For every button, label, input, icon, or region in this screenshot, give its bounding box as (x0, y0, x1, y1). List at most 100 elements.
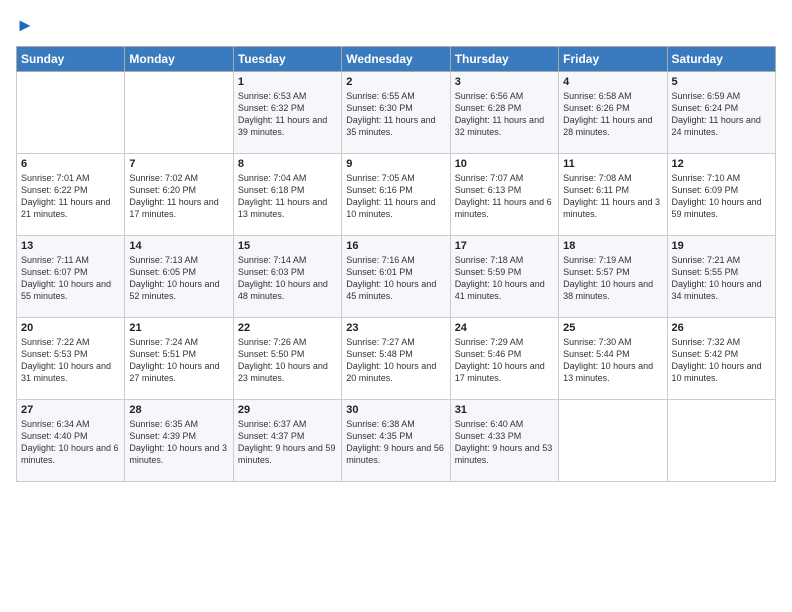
calendar-cell: 20 Sunrise: 7:22 AMSunset: 5:53 PMDayligh… (17, 317, 125, 399)
cell-info: Sunrise: 7:21 AMSunset: 5:55 PMDaylight:… (672, 254, 771, 303)
cell-info: Sunrise: 7:11 AMSunset: 6:07 PMDaylight:… (21, 254, 120, 303)
page: ► SundayMondayTuesdayWednesdayThursdayFr… (0, 0, 792, 612)
cell-info: Sunrise: 7:08 AMSunset: 6:11 PMDaylight:… (563, 172, 662, 221)
cell-info: Sunrise: 7:04 AMSunset: 6:18 PMDaylight:… (238, 172, 337, 221)
calendar-cell: 25 Sunrise: 7:30 AMSunset: 5:44 PMDayligh… (559, 317, 667, 399)
days-of-week-row: SundayMondayTuesdayWednesdayThursdayFrid… (17, 46, 776, 71)
calendar-cell: 18 Sunrise: 7:19 AMSunset: 5:57 PMDayligh… (559, 235, 667, 317)
cell-info: Sunrise: 7:14 AMSunset: 6:03 PMDaylight:… (238, 254, 337, 303)
cell-info: Sunrise: 7:18 AMSunset: 5:59 PMDaylight:… (455, 254, 554, 303)
day-number: 2 (346, 76, 445, 88)
calendar-cell: 6Sunrise: 7:01 AMSunset: 6:22 PMDaylight… (17, 153, 125, 235)
day-number: 31 (455, 404, 554, 416)
calendar-cell: 29 Sunrise: 6:37 AMSunset: 4:37 PMDayligh… (233, 399, 341, 481)
cell-info: Sunrise: 6:59 AMSunset: 6:24 PMDaylight:… (672, 90, 771, 139)
cell-info: Sunrise: 6:35 AMSunset: 4:39 PMDaylight:… (129, 418, 228, 467)
logo: ► (16, 16, 34, 36)
cell-info: Sunrise: 7:16 AMSunset: 6:01 PMDaylight:… (346, 254, 445, 303)
cell-info: Sunrise: 7:13 AMSunset: 6:05 PMDaylight:… (129, 254, 228, 303)
calendar-cell: 30 Sunrise: 6:38 AMSunset: 4:35 PMDayligh… (342, 399, 450, 481)
cell-info: Sunrise: 7:24 AMSunset: 5:51 PMDaylight:… (129, 336, 228, 385)
cell-info: Sunrise: 6:40 AMSunset: 4:33 PMDaylight:… (455, 418, 554, 467)
day-number: 16 (346, 240, 445, 252)
calendar-cell: 3 Sunrise: 6:56 AMSunset: 6:28 PMDaylight… (450, 71, 558, 153)
day-number: 5 (672, 76, 771, 88)
cell-info: Sunrise: 6:37 AMSunset: 4:37 PMDaylight:… (238, 418, 337, 467)
calendar-cell: 19 Sunrise: 7:21 AMSunset: 5:55 PMDayligh… (667, 235, 775, 317)
day-number: 4 (563, 76, 662, 88)
day-number: 12 (672, 158, 771, 170)
cell-info: Sunrise: 7:19 AMSunset: 5:57 PMDaylight:… (563, 254, 662, 303)
cell-info: Sunrise: 7:02 AMSunset: 6:20 PMDaylight:… (129, 172, 228, 221)
calendar-week-row: 13 Sunrise: 7:11 AMSunset: 6:07 PMDayligh… (17, 235, 776, 317)
calendar-cell: 4 Sunrise: 6:58 AMSunset: 6:26 PMDaylight… (559, 71, 667, 153)
cell-info: Sunrise: 7:22 AMSunset: 5:53 PMDaylight:… (21, 336, 120, 385)
calendar-cell: 7 Sunrise: 7:02 AMSunset: 6:20 PMDaylight… (125, 153, 233, 235)
day-of-week-header: Tuesday (233, 46, 341, 71)
calendar-cell: 23 Sunrise: 7:27 AMSunset: 5:48 PMDayligh… (342, 317, 450, 399)
cell-info: Sunrise: 7:30 AMSunset: 5:44 PMDaylight:… (563, 336, 662, 385)
cell-info: Sunrise: 6:34 AMSunset: 4:40 PMDaylight:… (21, 418, 120, 467)
calendar-week-row: 20 Sunrise: 7:22 AMSunset: 5:53 PMDayligh… (17, 317, 776, 399)
header: ► (16, 16, 776, 36)
day-number: 29 (238, 404, 337, 416)
calendar-cell: 28Sunrise: 6:35 AMSunset: 4:39 PMDayligh… (125, 399, 233, 481)
day-number: 7 (129, 158, 228, 170)
day-number: 17 (455, 240, 554, 252)
day-number: 18 (563, 240, 662, 252)
day-number: 19 (672, 240, 771, 252)
cell-info: Sunrise: 6:53 AMSunset: 6:32 PMDaylight:… (238, 90, 337, 139)
calendar-cell: 8 Sunrise: 7:04 AMSunset: 6:18 PMDaylight… (233, 153, 341, 235)
calendar-cell: 15 Sunrise: 7:14 AMSunset: 6:03 PMDayligh… (233, 235, 341, 317)
logo-blue-arrow: ► (16, 15, 34, 35)
calendar-week-row: 27 Sunrise: 6:34 AMSunset: 4:40 PMDayligh… (17, 399, 776, 481)
day-number: 10 (455, 158, 554, 170)
calendar-cell: 17 Sunrise: 7:18 AMSunset: 5:59 PMDayligh… (450, 235, 558, 317)
calendar-cell: 10 Sunrise: 7:07 AMSunset: 6:13 PMDayligh… (450, 153, 558, 235)
cell-info: Sunrise: 7:10 AMSunset: 6:09 PMDaylight:… (672, 172, 771, 221)
cell-info: Sunrise: 7:07 AMSunset: 6:13 PMDaylight:… (455, 172, 554, 221)
calendar-cell: 27 Sunrise: 6:34 AMSunset: 4:40 PMDayligh… (17, 399, 125, 481)
day-of-week-header: Saturday (667, 46, 775, 71)
cell-info: Sunrise: 6:56 AMSunset: 6:28 PMDaylight:… (455, 90, 554, 139)
cell-info: Sunrise: 6:58 AMSunset: 6:26 PMDaylight:… (563, 90, 662, 139)
calendar: SundayMondayTuesdayWednesdayThursdayFrid… (16, 46, 776, 482)
cell-info: Sunrise: 7:05 AMSunset: 6:16 PMDaylight:… (346, 172, 445, 221)
calendar-cell: 11Sunrise: 7:08 AMSunset: 6:11 PMDayligh… (559, 153, 667, 235)
day-number: 14 (129, 240, 228, 252)
day-number: 8 (238, 158, 337, 170)
cell-info: Sunrise: 6:55 AMSunset: 6:30 PMDaylight:… (346, 90, 445, 139)
cell-info: Sunrise: 7:01 AMSunset: 6:22 PMDaylight:… (21, 172, 120, 221)
logo-text: ► (16, 16, 34, 36)
calendar-cell: 9 Sunrise: 7:05 AMSunset: 6:16 PMDaylight… (342, 153, 450, 235)
calendar-body: 1Sunrise: 6:53 AMSunset: 6:32 PMDaylight… (17, 71, 776, 481)
day-number: 30 (346, 404, 445, 416)
cell-info: Sunrise: 7:27 AMSunset: 5:48 PMDaylight:… (346, 336, 445, 385)
cell-info: Sunrise: 7:29 AMSunset: 5:46 PMDaylight:… (455, 336, 554, 385)
day-number: 27 (21, 404, 120, 416)
day-number: 20 (21, 322, 120, 334)
day-number: 3 (455, 76, 554, 88)
calendar-cell: 22Sunrise: 7:26 AMSunset: 5:50 PMDayligh… (233, 317, 341, 399)
day-number: 24 (455, 322, 554, 334)
calendar-cell: 5 Sunrise: 6:59 AMSunset: 6:24 PMDaylight… (667, 71, 775, 153)
day-number: 9 (346, 158, 445, 170)
day-of-week-header: Thursday (450, 46, 558, 71)
day-of-week-header: Friday (559, 46, 667, 71)
cell-info: Sunrise: 7:32 AMSunset: 5:42 PMDaylight:… (672, 336, 771, 385)
calendar-cell: 1Sunrise: 6:53 AMSunset: 6:32 PMDaylight… (233, 71, 341, 153)
calendar-cell: 21Sunrise: 7:24 AMSunset: 5:51 PMDayligh… (125, 317, 233, 399)
calendar-cell (667, 399, 775, 481)
day-number: 25 (563, 322, 662, 334)
cell-info: Sunrise: 6:38 AMSunset: 4:35 PMDaylight:… (346, 418, 445, 467)
day-number: 15 (238, 240, 337, 252)
calendar-cell (17, 71, 125, 153)
calendar-cell (125, 71, 233, 153)
calendar-cell: 13 Sunrise: 7:11 AMSunset: 6:07 PMDayligh… (17, 235, 125, 317)
calendar-week-row: 1Sunrise: 6:53 AMSunset: 6:32 PMDaylight… (17, 71, 776, 153)
day-number: 23 (346, 322, 445, 334)
calendar-cell: 31 Sunrise: 6:40 AMSunset: 4:33 PMDayligh… (450, 399, 558, 481)
calendar-cell (559, 399, 667, 481)
day-number: 13 (21, 240, 120, 252)
calendar-cell: 24 Sunrise: 7:29 AMSunset: 5:46 PMDayligh… (450, 317, 558, 399)
